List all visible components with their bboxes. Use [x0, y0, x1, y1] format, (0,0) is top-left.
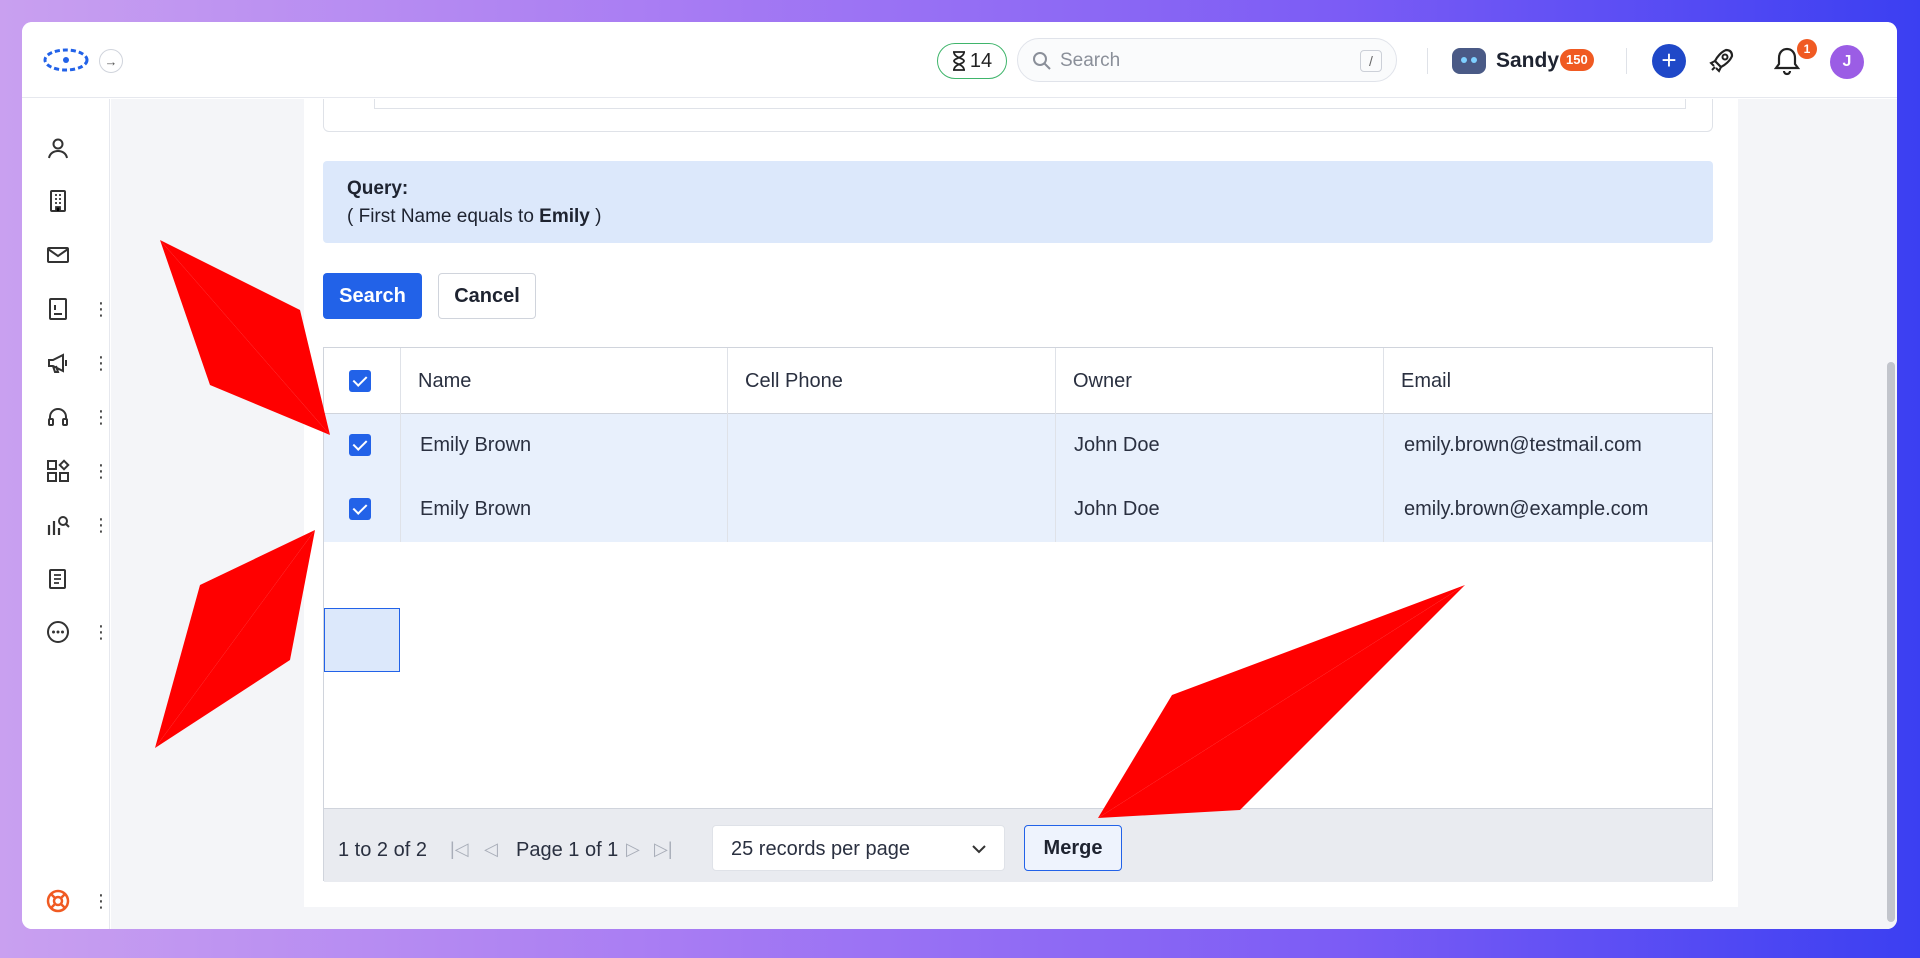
annotation-arrows	[155, 240, 1465, 818]
